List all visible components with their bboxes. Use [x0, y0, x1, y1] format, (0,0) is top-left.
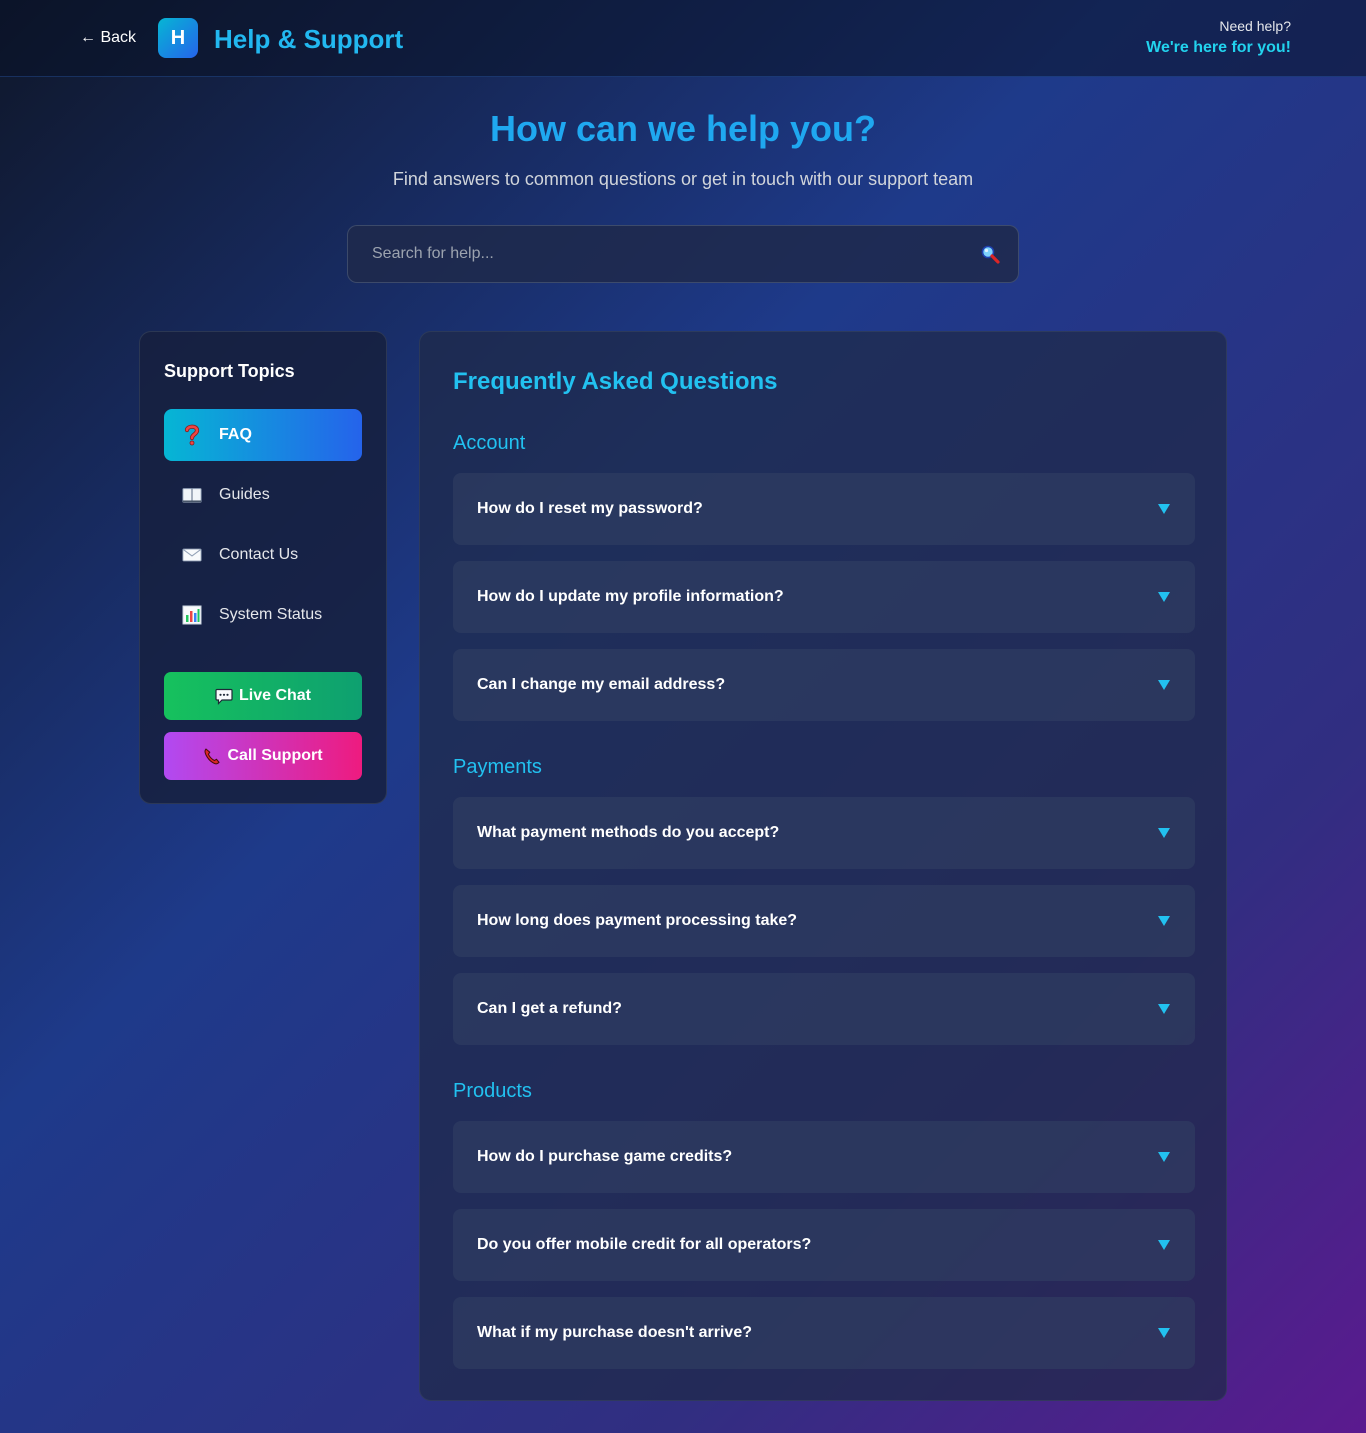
live-chat-button[interactable]: Live Chat — [164, 672, 362, 720]
search-box — [347, 225, 1019, 283]
sidebar-item-label: FAQ — [219, 426, 252, 443]
need-help-text: Need help? — [1219, 18, 1291, 34]
faq-item[interactable]: What payment methods do you accept? — [453, 797, 1195, 869]
magnifier-icon[interactable] — [980, 244, 1002, 266]
chevron-down-icon — [1158, 1240, 1170, 1250]
chevron-down-icon — [1158, 1152, 1170, 1162]
support-topics-sidebar: Support Topics FAQ Guides Contact Us Sys… — [139, 331, 387, 804]
help-callout: Need help? We're here for you! — [1146, 18, 1291, 57]
faq-item[interactable]: What if my purchase doesn't arrive? — [453, 1297, 1195, 1369]
chevron-down-icon — [1158, 828, 1170, 838]
sidebar-title: Support Topics — [164, 361, 295, 381]
app-logo: H — [158, 18, 198, 58]
hero-title: How can we help you? — [489, 108, 877, 149]
sidebar-item-label: Guides — [219, 486, 270, 503]
back-link[interactable]: ← Back — [80, 29, 136, 47]
faq-item[interactable]: Can I get a refund? — [453, 973, 1195, 1045]
faq-question: Can I get a refund? — [477, 1000, 622, 1017]
faq-item[interactable]: How do I purchase game credits? — [453, 1121, 1195, 1193]
speech-bubble-icon — [215, 687, 233, 705]
envelope-icon — [182, 545, 202, 565]
hero-subtitle: Find answers to common questions or get … — [392, 169, 974, 189]
live-chat-label: Live Chat — [238, 687, 311, 704]
search-input[interactable] — [348, 226, 968, 282]
phone-icon — [203, 747, 221, 765]
faq-question: How do I update my profile information? — [477, 588, 784, 605]
faq-item[interactable]: How long does payment processing take? — [453, 885, 1195, 957]
faq-question: Can I change my email address? — [477, 676, 726, 693]
question-icon — [182, 424, 202, 446]
chevron-down-icon — [1158, 1328, 1170, 1338]
chevron-down-icon — [1158, 592, 1170, 602]
app-title: Help & Support — [214, 24, 404, 54]
faq-item[interactable]: How do I reset my password? — [453, 473, 1195, 545]
sidebar-item-guides[interactable]: Guides — [164, 469, 362, 521]
sidebar-item-system-status[interactable]: System Status — [164, 589, 362, 641]
category-title-account: Account — [453, 432, 526, 454]
faq-question: How do I reset my password? — [477, 500, 703, 517]
faq-question: Do you offer mobile credit for all opera… — [477, 1236, 812, 1253]
faq-item[interactable]: Can I change my email address? — [453, 649, 1195, 721]
sidebar-item-label: Contact Us — [219, 546, 299, 563]
sidebar-item-label: System Status — [219, 606, 323, 623]
faq-title: Frequently Asked Questions — [453, 368, 778, 395]
sidebar-item-contact-us[interactable]: Contact Us — [164, 529, 362, 581]
book-icon — [182, 485, 202, 505]
bar-chart-icon — [182, 605, 202, 625]
category-title-products: Products — [453, 1080, 532, 1102]
faq-panel: Frequently Asked Questions Account How d… — [419, 331, 1227, 1401]
chevron-down-icon — [1158, 504, 1170, 514]
chevron-down-icon — [1158, 680, 1170, 690]
top-header: ← Back H Help & Support Need help? We're… — [0, 0, 1366, 77]
faq-question: What payment methods do you accept? — [477, 824, 780, 841]
faq-item[interactable]: Do you offer mobile credit for all opera… — [453, 1209, 1195, 1281]
chevron-down-icon — [1158, 1004, 1170, 1014]
here-for-you-text: We're here for you! — [1146, 39, 1291, 56]
faq-question: What if my purchase doesn't arrive? — [477, 1324, 752, 1341]
category-title-payments: Payments — [453, 756, 542, 778]
call-support-label: Call Support — [227, 747, 323, 764]
faq-item[interactable]: How do I update my profile information? — [453, 561, 1195, 633]
chevron-down-icon — [1158, 916, 1170, 926]
call-support-button[interactable]: Call Support — [164, 732, 362, 780]
faq-question: How do I purchase game credits? — [477, 1148, 733, 1165]
faq-question: How long does payment processing take? — [477, 912, 798, 929]
sidebar-item-faq[interactable]: FAQ — [164, 409, 362, 461]
